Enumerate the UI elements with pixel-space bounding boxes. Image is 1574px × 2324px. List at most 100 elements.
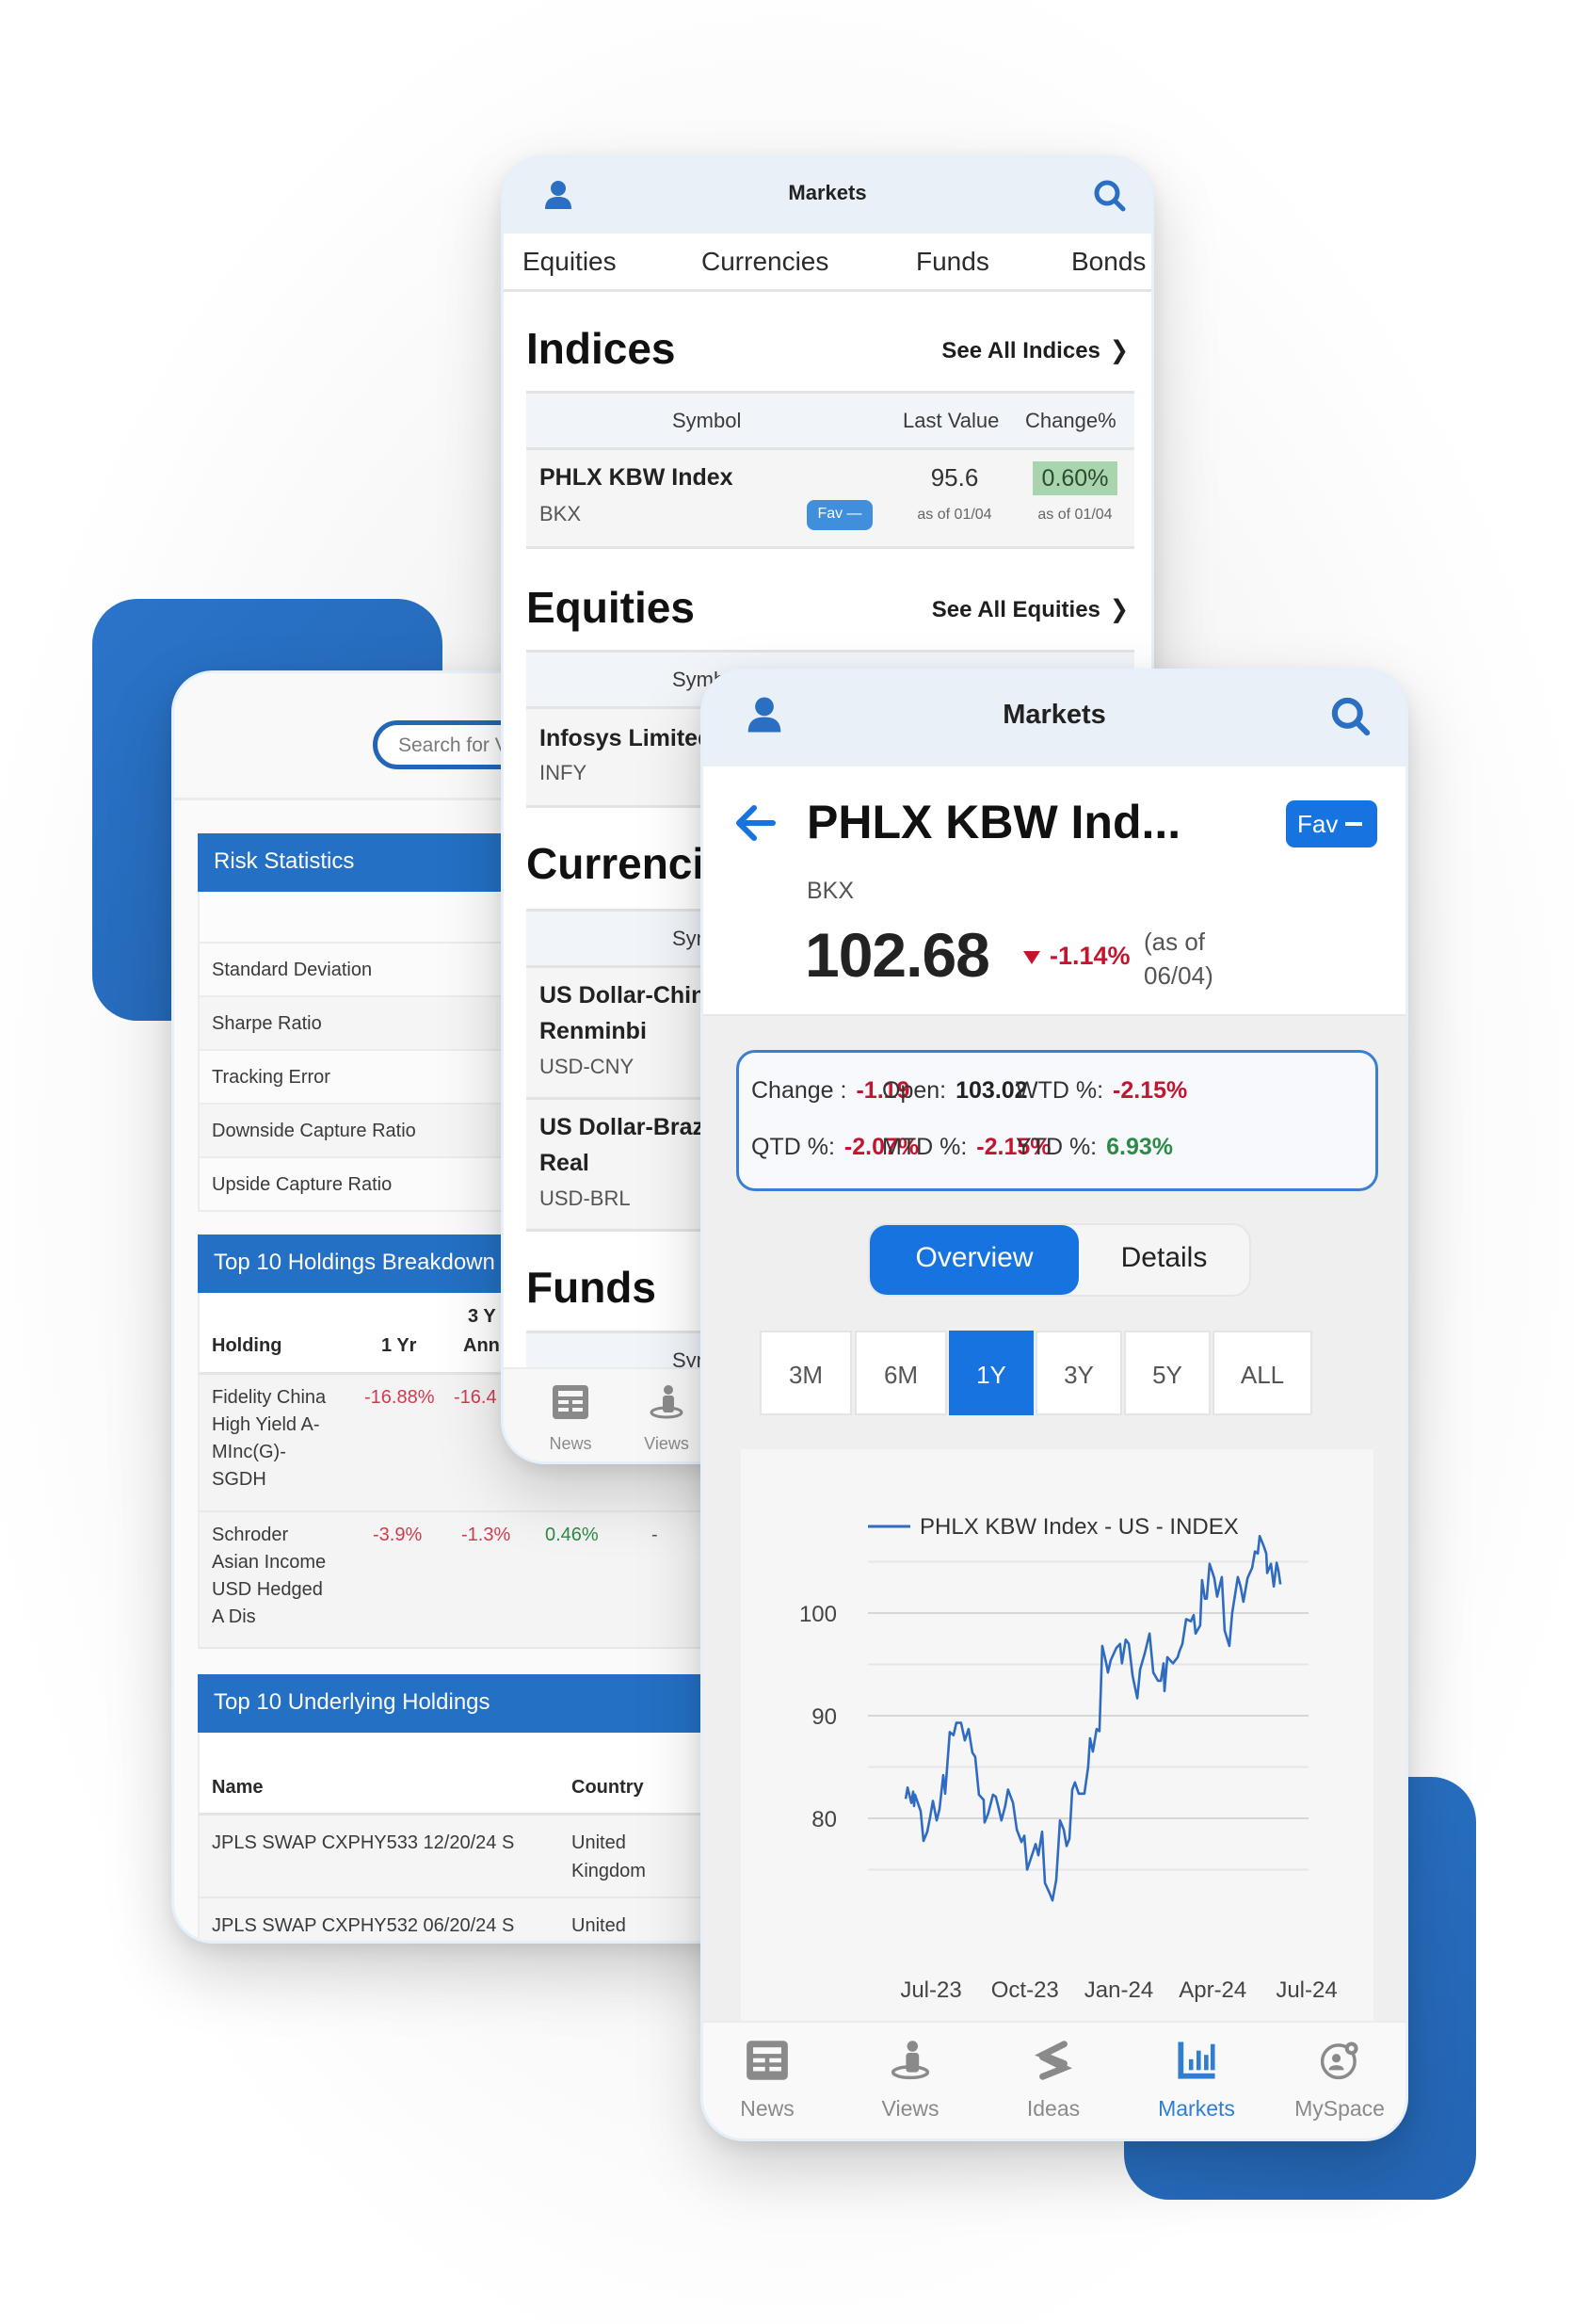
index-last-value-asof: as of 01/04: [917, 507, 992, 523]
fav-toggle-button[interactable]: Fav: [1286, 800, 1377, 847]
nav-news[interactable]: News: [528, 1384, 613, 1454]
stat-open: Open: 103.02: [882, 1077, 1028, 1104]
column-header-change: Change%: [1025, 409, 1116, 432]
price-change: -1.14%: [1023, 942, 1131, 971]
holding-1yr-return: -3.9%: [373, 1525, 423, 1545]
index-symbol: BKX: [539, 502, 582, 525]
range-all[interactable]: ALL: [1213, 1331, 1312, 1415]
instrument-symbol: BKX: [807, 878, 855, 904]
markets-icon: [1178, 2042, 1215, 2079]
market-category-tabs: Equities Currencies Funds Bonds: [504, 234, 1151, 292]
last-price: 102.68: [805, 920, 990, 990]
nav-news[interactable]: News: [706, 2040, 828, 2122]
nav-views[interactable]: Views: [624, 1384, 709, 1454]
underlying-holding-row[interactable]: JPLS SWAP CXPHY532 06/20/24 S United: [198, 1898, 752, 1941]
section-title-indices: Indices: [526, 324, 676, 373]
views-icon: [891, 2041, 930, 2080]
section-title-funds: Funds: [526, 1263, 656, 1312]
search-icon[interactable]: [1330, 696, 1372, 737]
underlying-holding-row[interactable]: JPLS SWAP CXPHY533 12/20/24 S United Kin…: [198, 1816, 752, 1898]
index-detail-phone: Markets PHLX KBW Ind... Fav BKX 102.68 -…: [700, 669, 1408, 2141]
column-header-symbol: Symbol: [672, 409, 742, 432]
currency-symbol: USD-BRL: [539, 1186, 631, 1210]
news-icon: [747, 2041, 788, 2080]
nav-label: Views: [881, 2096, 940, 2121]
view-segmented-control: Overview Details: [868, 1223, 1251, 1297]
equity-symbol: INFY: [539, 761, 587, 784]
range-5y[interactable]: 5Y: [1124, 1331, 1211, 1415]
index-row[interactable]: PHLX KBW Index BKX Fav — 95.6 as of 01/0…: [526, 450, 1134, 549]
price-chart-svg: 80 90 100 Jul-23 Oct-23 Jan-24 Apr-24 Jul-24 P…: [799, 1514, 1338, 2003]
nav-ideas[interactable]: Ideas: [992, 2040, 1115, 2122]
views-icon: [650, 1385, 683, 1419]
segment-details[interactable]: Details: [1079, 1225, 1249, 1295]
holding-1yr-return: -16.88%: [364, 1387, 435, 1408]
equity-name: Infosys Limited: [539, 725, 713, 751]
holding-3yr-return: -1.3%: [461, 1525, 511, 1545]
underlying-holdings-header: Top 10 Underlying Holdings: [198, 1674, 752, 1733]
stat-wtd: WTD %: -2.15%: [1016, 1077, 1188, 1104]
y-tick-label: 100: [799, 1602, 837, 1627]
myspace-icon: [1320, 2042, 1358, 2080]
holding-name: Fidelity China High Yield A- MInc(G)- SG…: [212, 1387, 327, 1490]
nav-views[interactable]: Views: [849, 2040, 972, 2122]
underlying-holding-name: JPLS SWAP CXPHY533 12/20/24 S: [212, 1832, 515, 1853]
bottom-navigation: News Views Ideas Markets MySpace: [703, 2021, 1405, 2138]
range-1y[interactable]: 1Y: [949, 1331, 1034, 1415]
nav-myspace[interactable]: MySpace: [1278, 2040, 1401, 2122]
holding-col4-value: 0.46%: [545, 1525, 599, 1545]
column-header-name: Name: [212, 1777, 264, 1798]
tab-equities[interactable]: Equities: [522, 247, 617, 277]
nav-label: News: [740, 2096, 795, 2121]
range-6m[interactable]: 6M: [855, 1331, 947, 1415]
tab-bonds[interactable]: Bonds: [1071, 247, 1146, 277]
range-3m[interactable]: 3M: [760, 1331, 852, 1415]
app-title: Markets: [788, 181, 867, 204]
fav-toggle-button[interactable]: Fav —: [807, 500, 873, 530]
column-header-3y: 3 Y: [468, 1306, 496, 1327]
performance-stats-box: Change : -1.19 Open: 103.02 WTD %: -2.15% Q…: [736, 1050, 1378, 1191]
back-arrow-icon[interactable]: [733, 804, 777, 842]
segment-overview[interactable]: Overview: [870, 1225, 1079, 1295]
tab-currencies[interactable]: Currencies: [701, 247, 828, 277]
see-all-indices-link[interactable]: See All Indices ❯: [941, 336, 1129, 365]
underlying-holdings-column-headers: Name Country: [198, 1733, 752, 1816]
underlying-holding-country: United Kingdom: [571, 1832, 646, 1881]
chevron-right-icon: ❯: [1109, 595, 1129, 624]
app-header: Markets: [703, 671, 1405, 767]
ideas-icon: [1035, 2041, 1072, 2080]
see-all-equities-link[interactable]: See All Equities ❯: [932, 595, 1129, 624]
x-tick-label: Jul-24: [1276, 1977, 1337, 2003]
nav-label: News: [549, 1434, 592, 1453]
underlying-holding-country: United: [571, 1915, 626, 1936]
indices-table-header: Symbol Last Value Change%: [526, 391, 1134, 450]
holding-name: Schroder Asian Income USD Hedged A Dis: [212, 1525, 327, 1627]
news-icon: [553, 1385, 588, 1419]
column-header-1yr: 1 Yr: [381, 1335, 417, 1356]
series-line: [904, 1535, 1282, 1902]
nav-markets[interactable]: Markets: [1135, 2040, 1258, 2122]
index-change-badge: 0.60%: [1033, 461, 1117, 495]
holding-3yr-return: -16.4: [454, 1387, 497, 1408]
underlying-holding-name: JPLS SWAP CXPHY532 06/20/24 S: [212, 1915, 515, 1936]
holding-row[interactable]: Schroder Asian Income USD Hedged A Dis -…: [198, 1512, 752, 1649]
column-header-last-value: Last Value: [903, 409, 1000, 432]
down-triangle-icon: [1023, 950, 1040, 964]
range-3y[interactable]: 3Y: [1036, 1331, 1122, 1415]
x-tick-label: Oct-23: [991, 1977, 1059, 2003]
nav-label: Ideas: [1026, 2096, 1081, 2121]
chevron-right-icon: ❯: [1109, 336, 1129, 365]
instrument-title: PHLX KBW Ind...: [807, 796, 1181, 848]
nav-label: MySpace: [1294, 2096, 1385, 2121]
index-change-asof: as of 01/04: [1037, 507, 1113, 523]
app-header: Markets: [504, 158, 1151, 234]
holding-col5-value: -: [651, 1525, 658, 1545]
index-name: PHLX KBW Index: [539, 464, 733, 491]
tab-funds[interactable]: Funds: [916, 247, 989, 277]
y-tick-label: 90: [811, 1704, 837, 1730]
search-icon[interactable]: [1093, 179, 1127, 213]
quote-summary: PHLX KBW Ind... Fav BKX 102.68 -1.14% (a…: [703, 767, 1405, 1016]
currency-symbol: USD-CNY: [539, 1055, 634, 1078]
nav-label: Views: [644, 1434, 689, 1453]
price-chart: 80 90 100 Jul-23 Oct-23 Jan-24 Apr-24 Jul-24 P…: [741, 1449, 1373, 2049]
